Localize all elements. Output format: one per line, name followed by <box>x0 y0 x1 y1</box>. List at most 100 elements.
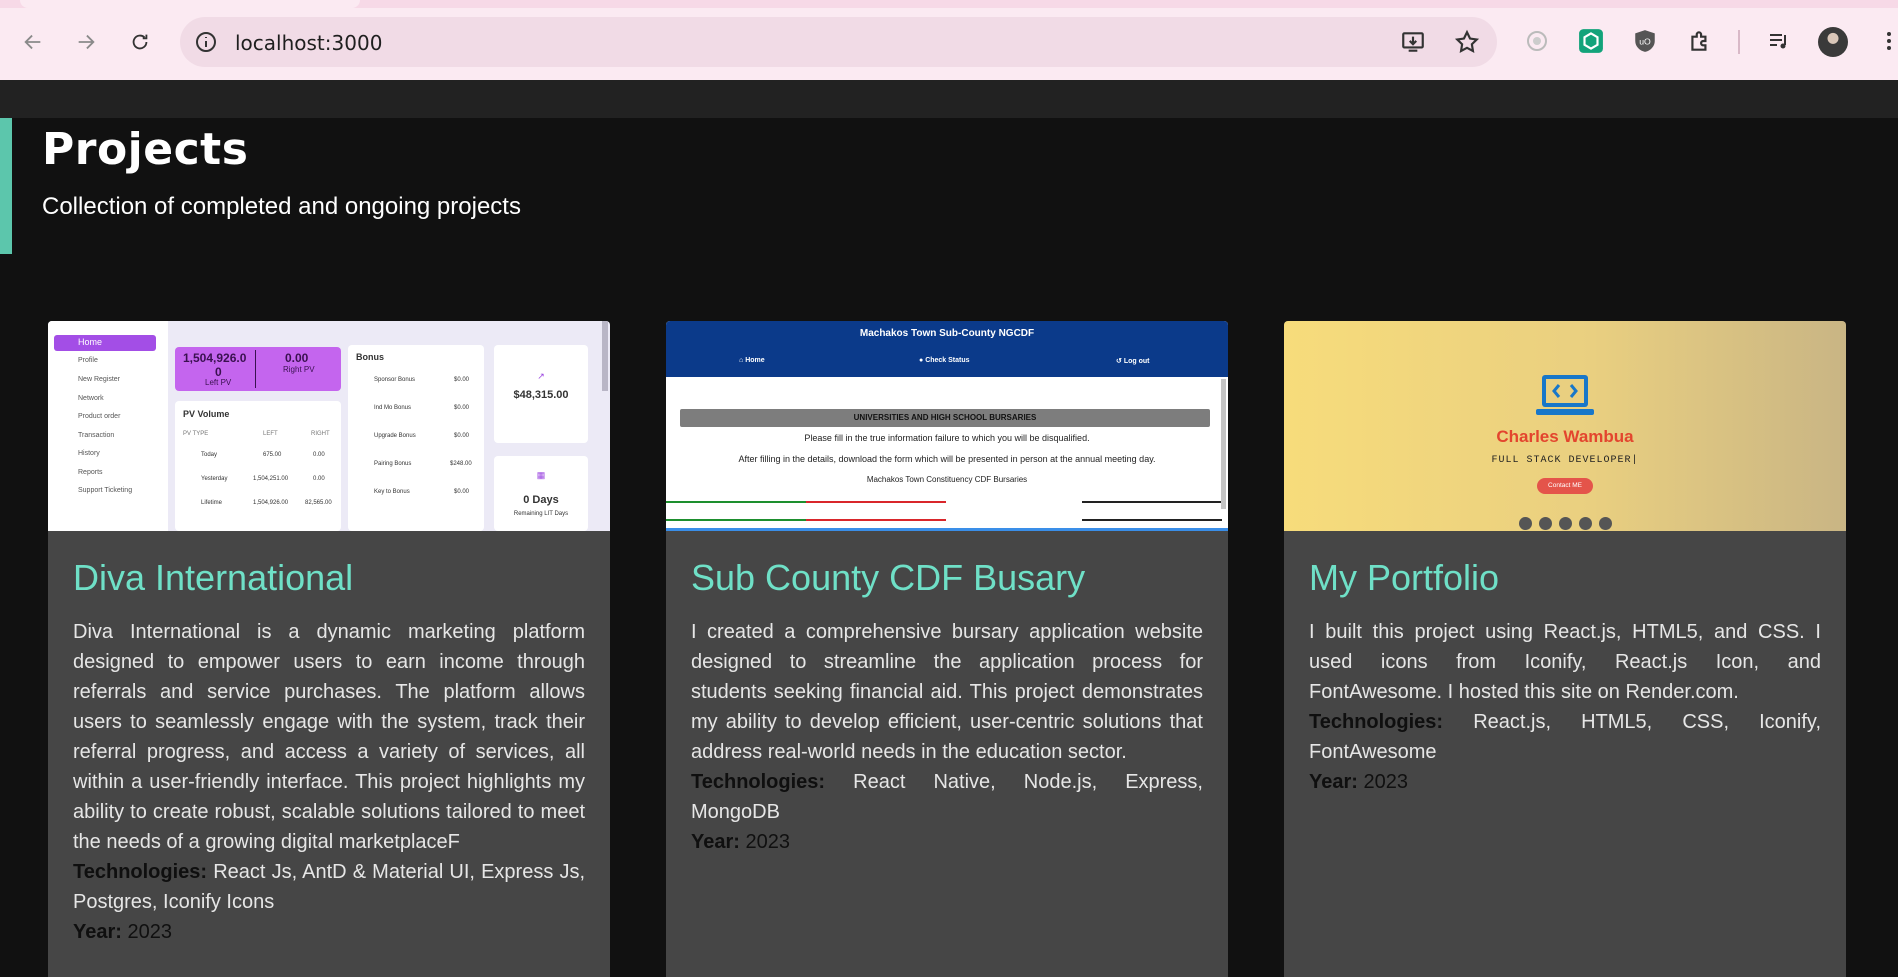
cdf-nav-home: ⌂ Home <box>739 357 765 364</box>
menu-item: Transaction <box>78 432 115 439</box>
linkedin-icon <box>1599 517 1612 530</box>
project-description: I created a comprehensive bursary applic… <box>691 621 1203 764</box>
dashboard-sidebar: Home Profile New Register Network Produc… <box>48 321 168 531</box>
project-description: Diva International is a dynamic marketin… <box>73 621 585 854</box>
menu-item: Product order <box>78 413 121 420</box>
media-control-icon[interactable] <box>1764 26 1794 56</box>
instagram-icon <box>1539 517 1552 530</box>
year-label: Year: <box>691 831 740 854</box>
project-technologies: Technologies: React Js, AntD & Material … <box>73 857 585 917</box>
form-border <box>666 528 1228 531</box>
flag-line <box>1082 519 1222 521</box>
bonus-row: Sponsor Bonus <box>374 377 416 383</box>
project-card-diva[interactable]: Home Profile New Register Network Produc… <box>48 321 610 977</box>
pv-stats-card: 1,504,926.0 0 Left PV 0.00 Right PV <box>175 347 341 391</box>
pv-header: PV TYPE <box>183 431 209 437</box>
cdf-screenshot: Machakos Town Sub-County NGCDF ⌂ Home ● … <box>666 321 1228 531</box>
year-label: Year: <box>73 921 122 944</box>
left-pv-value-tail: 0 <box>215 365 222 379</box>
bonus-row: Ind Mo Bonus <box>374 405 412 411</box>
flag-line <box>806 519 946 521</box>
menu-item: Home <box>78 337 103 347</box>
site-info-icon[interactable] <box>194 30 218 54</box>
page-subtitle: Collection of completed and ongoing proj… <box>42 193 521 220</box>
year-value: 2023 <box>1363 771 1409 794</box>
bonus-value: $0.00 <box>454 433 470 439</box>
left-pv-value: 1,504,926.0 <box>183 351 247 365</box>
laptop-code-icon <box>1536 375 1594 415</box>
bonus-value: $0.00 <box>454 405 470 411</box>
more-menu-icon[interactable] <box>1874 26 1898 56</box>
days-value: 0 Days <box>523 494 559 506</box>
project-thumbnail: Home Profile New Register Network Produc… <box>48 321 610 531</box>
sidebar-active-item <box>54 335 156 351</box>
reload-icon <box>132 34 148 50</box>
cdf-nav-label: Home <box>745 357 765 364</box>
flag-line <box>806 501 946 503</box>
tech-label: Technologies: <box>73 861 208 884</box>
github-icon <box>1579 517 1592 530</box>
calendar-icon: ▦ <box>536 470 546 480</box>
project-title[interactable]: Sub County CDF Busary <box>691 556 1203 599</box>
project-thumbnail: Charles Wambua FULL STACK DEVELOPER| Con… <box>1284 321 1846 531</box>
year-label: Year: <box>1309 771 1358 794</box>
bonus-row: Pairing Bonus <box>374 461 412 467</box>
tech-label: Technologies: <box>1309 711 1444 734</box>
twitter-icon <box>1559 517 1572 530</box>
address-bar[interactable]: localhost:3000 <box>180 17 1497 67</box>
bonus-panel: Bonus Sponsor Bonus $0.00 Ind Mo Bonus $… <box>348 345 484 531</box>
thumb-scrollbar <box>1221 379 1226 509</box>
cdf-header: Machakos Town Sub-County NGCDF ⌂ Home ● … <box>666 321 1228 377</box>
pv-cell: 675.00 <box>263 452 282 458</box>
flag-line <box>666 501 806 503</box>
pv-cell: 0.00 <box>313 452 325 458</box>
project-card-body: Diva International Diva International is… <box>73 556 585 947</box>
menu-item: Reports <box>78 469 103 476</box>
bookmark-star-icon[interactable] <box>1454 29 1480 55</box>
extension-green-icon[interactable] <box>1576 26 1606 56</box>
active-tab[interactable] <box>20 0 360 8</box>
bonus-row: Upgrade Bonus <box>374 433 416 439</box>
back-button[interactable] <box>15 24 51 60</box>
cdf-nav-label: Check Status <box>925 357 970 364</box>
menu-item: New Register <box>78 376 121 383</box>
extension-loader-icon[interactable] <box>1522 26 1552 56</box>
menu-item: Profile <box>78 357 98 364</box>
project-title[interactable]: Diva International <box>73 556 585 599</box>
pv-header: RIGHT <box>311 431 330 437</box>
profile-avatar[interactable] <box>1818 27 1848 57</box>
year-value: 2023 <box>127 921 173 944</box>
days-label: Remaining LIT Days <box>513 511 569 517</box>
days-panel: ▦ 0 Days Remaining LIT Days <box>494 456 588 531</box>
project-year: Year: 2023 <box>73 917 585 947</box>
project-technologies: Technologies: React.js, HTML5, CSS, Icon… <box>1309 707 1821 767</box>
extensions-puzzle-icon[interactable] <box>1685 26 1715 56</box>
reload-button[interactable] <box>122 24 158 60</box>
cdf-header-title: Machakos Town Sub-County NGCDF <box>859 328 1035 339</box>
install-app-icon[interactable] <box>1400 29 1426 55</box>
menu-item: Support Ticketing <box>78 487 133 494</box>
pv-cell: Yesterday <box>201 476 228 482</box>
year-value: 2023 <box>745 831 791 854</box>
project-card-cdf[interactable]: Machakos Town Sub-County NGCDF ⌂ Home ● … <box>666 321 1228 977</box>
bonus-value: $248.00 <box>450 461 472 467</box>
tech-label: Technologies: <box>691 771 826 794</box>
project-card-portfolio[interactable]: Charles Wambua FULL STACK DEVELOPER| Con… <box>1284 321 1846 977</box>
pv-volume-title: PV Volume <box>183 409 230 419</box>
cdf-text-line: Please fill in the true information fail… <box>804 433 1090 443</box>
ublock-icon[interactable]: uO <box>1630 26 1660 56</box>
project-title[interactable]: My Portfolio <box>1309 556 1821 599</box>
right-pv-label: Right PV <box>283 365 315 374</box>
forward-button[interactable] <box>68 24 104 60</box>
pv-cell: Lifetime <box>201 500 223 506</box>
svg-text:uO: uO <box>1639 36 1651 46</box>
thumb-scrollbar <box>602 321 608 391</box>
bonus-row: Key to Bonus <box>374 489 410 495</box>
site-navbar <box>0 80 1898 118</box>
flag-line <box>666 519 806 521</box>
project-technologies: Technologies: React Native, Node.js, Exp… <box>691 767 1203 827</box>
withdrawable-amount: $48,315.00 <box>513 389 569 401</box>
browser-chrome: localhost:3000 uO <box>0 0 1898 80</box>
menu-item: Network <box>78 395 104 402</box>
menu-item: History <box>78 450 100 457</box>
